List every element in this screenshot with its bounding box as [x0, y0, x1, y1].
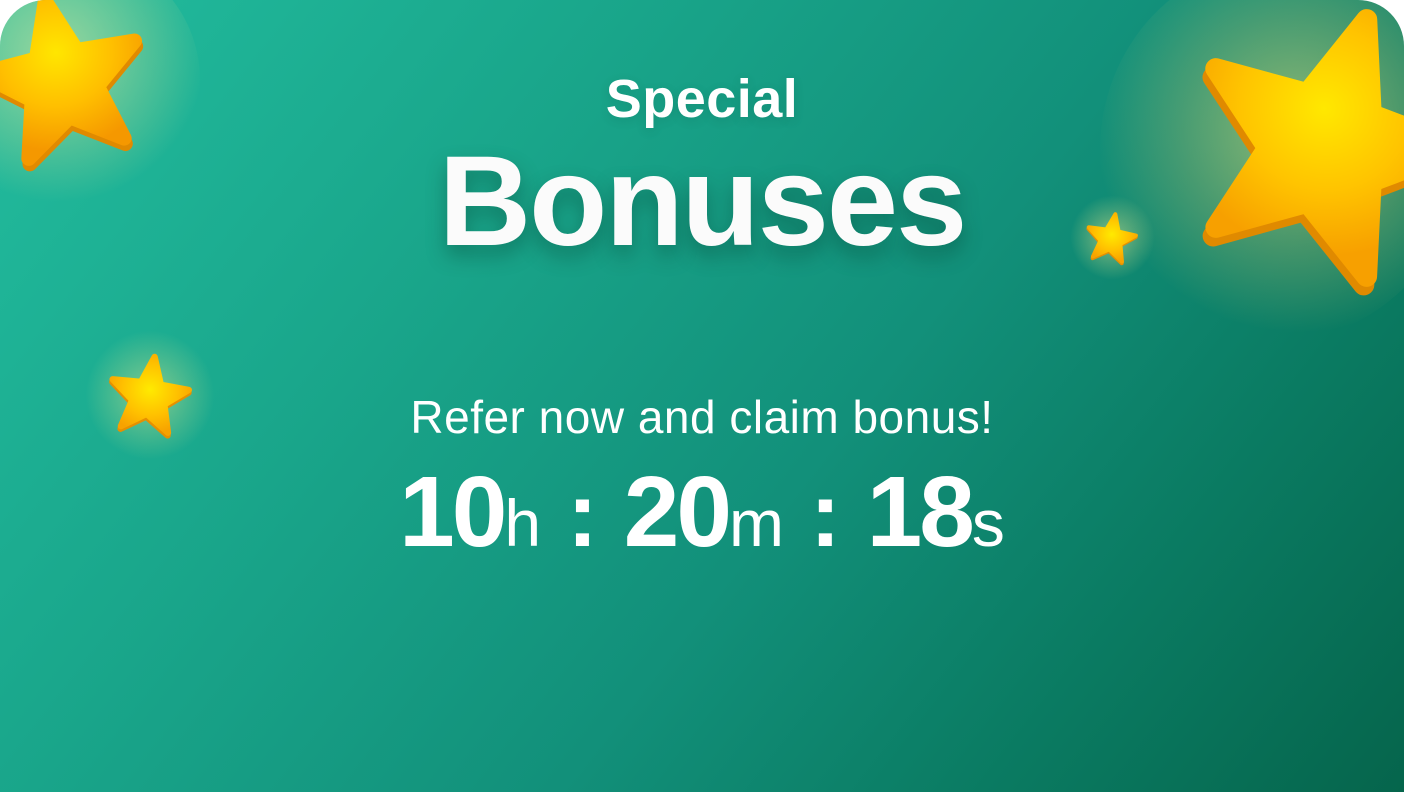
timer-hours: 10 [399, 456, 507, 568]
timer-separator: : [809, 464, 841, 566]
timer-seconds: 18 [866, 456, 975, 568]
timer-hours-unit: h [504, 486, 542, 560]
timer-separator: : [567, 464, 598, 566]
refer-subtitle: Refer now and claim bonus! [410, 391, 994, 443]
timer-seconds-unit: s [971, 486, 1005, 560]
bonus-banner: Special Bonuses Refer now and claim bonu… [0, 0, 1404, 792]
title-special: Special [605, 69, 799, 129]
timer-minutes: 20 [623, 456, 732, 568]
title-bonuses: Bonuses [438, 130, 968, 273]
countdown-timer: 10h:20m:18s [0, 455, 1404, 570]
timer-minutes-unit: m [728, 486, 784, 560]
